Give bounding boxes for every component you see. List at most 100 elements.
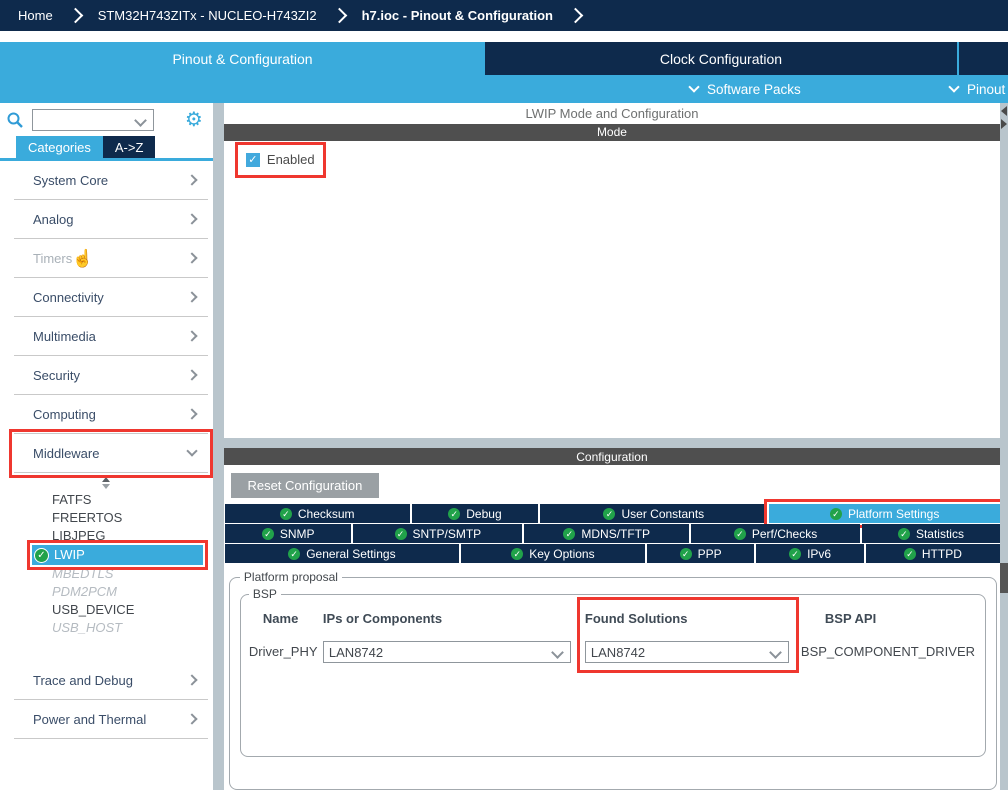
check-circle-icon: ✓ xyxy=(898,528,910,540)
bsp-name-value: Driver_PHY xyxy=(249,641,323,663)
chevron-right-icon xyxy=(568,8,584,24)
list-item-freertos[interactable]: FREERTOS xyxy=(0,509,213,527)
config-tab-ppp[interactable]: ✓ PPP xyxy=(647,544,754,563)
category-label: System Core xyxy=(33,173,108,188)
category-label: Middleware xyxy=(33,446,99,461)
sub-toolbar: Software Packs Pinout xyxy=(0,75,1008,103)
sidebar-item-security[interactable]: Security xyxy=(14,356,208,395)
tab-clock-configuration[interactable]: Clock Configuration xyxy=(485,42,957,75)
check-circle-icon: ✓ xyxy=(395,528,407,540)
found-solutions-select[interactable]: LAN8742 xyxy=(585,641,789,663)
gear-icon[interactable]: ⚙ xyxy=(185,110,203,130)
chevron-right-icon xyxy=(186,674,197,685)
list-item-usb-device[interactable]: USB_DEVICE xyxy=(0,601,213,619)
software-packs-menu[interactable]: Software Packs xyxy=(690,75,801,103)
config-tab-httpd[interactable]: ✓ HTTPD xyxy=(866,544,1000,563)
list-sort-spinner[interactable] xyxy=(0,475,213,490)
pinout-menu[interactable]: Pinout xyxy=(950,75,1005,103)
tab-partial[interactable] xyxy=(959,42,1008,75)
sidebar-item-analog[interactable]: Analog xyxy=(14,200,208,239)
category-label: Trace and Debug xyxy=(33,673,133,688)
panel-splitter[interactable] xyxy=(224,438,1000,448)
check-circle-icon: ✓ xyxy=(288,548,300,560)
list-item-lwip[interactable]: ✓ LWIP xyxy=(32,545,203,565)
chevron-right-icon xyxy=(67,8,83,24)
chevron-down-icon xyxy=(688,81,699,92)
config-tab-statistics[interactable]: ✓ Statistics xyxy=(862,524,1000,543)
sidebar-item-trace-and-debug[interactable]: Trace and Debug xyxy=(14,661,208,700)
sidebar-item-system-core[interactable]: System Core xyxy=(14,161,208,200)
configuration-tabs: ✓ Checksum ✓ Debug ✓ User Constants ✓ Pl… xyxy=(225,504,1000,563)
category-label: Security xyxy=(33,368,80,383)
sidebar: ⚙ Categories A->Z System Core Analog Tim… xyxy=(0,103,213,790)
check-circle-icon: ✓ xyxy=(734,528,746,540)
tab-label: Categories xyxy=(28,140,91,155)
tab-a-z[interactable]: A->Z xyxy=(103,136,156,158)
tab-categories[interactable]: Categories xyxy=(16,136,103,158)
list-item-fatfs[interactable]: FATFS xyxy=(0,491,213,509)
sidebar-item-power-and-thermal[interactable]: Power and Thermal xyxy=(14,700,208,739)
check-circle-icon: ✓ xyxy=(603,508,615,520)
breadcrumb: Home STM32H743ZITx - NUCLEO-H743ZI2 h7.i… xyxy=(0,0,1008,31)
category-label: Multimedia xyxy=(33,329,96,344)
sidebar-item-timers[interactable]: Timers ☝ xyxy=(14,239,208,278)
config-tab-mdns-tftp[interactable]: ✓ MDNS/TFTP xyxy=(524,524,689,543)
tab-pinout-configuration[interactable]: Pinout & Configuration xyxy=(0,42,485,75)
sidebar-item-computing[interactable]: Computing xyxy=(14,395,208,434)
sidebar-splitter[interactable] xyxy=(213,103,224,790)
list-item-mbedtls[interactable]: MBEDTLS xyxy=(0,565,213,583)
chevron-right-icon xyxy=(186,369,197,380)
main-tab-bar: Pinout & Configuration Clock Configurati… xyxy=(0,42,1008,75)
tab-label: Statistics xyxy=(916,527,964,541)
tab-label: Key Options xyxy=(529,547,594,561)
config-tab-snmp[interactable]: ✓ SNMP xyxy=(225,524,352,543)
config-tab-checksum[interactable]: ✓ Checksum xyxy=(225,504,410,523)
ips-or-components-select[interactable]: LAN8742 xyxy=(323,641,571,663)
tab-label: IPv6 xyxy=(807,547,831,561)
config-tab-perf-checks[interactable]: ✓ Perf/Checks xyxy=(691,524,860,543)
chevron-right-icon xyxy=(186,213,197,224)
configuration-section-bar[interactable]: Configuration xyxy=(224,448,1000,465)
hand-cursor-icon: ☝ xyxy=(72,249,93,269)
chevron-right-icon xyxy=(186,408,197,419)
middleware-list: FATFS FREERTOS LIBJPEG ✓ LWIP MBEDTLS PD… xyxy=(0,491,213,637)
breadcrumb-project[interactable]: h7.ioc - Pinout & Configuration xyxy=(362,8,553,23)
list-item-usb-host[interactable]: USB_HOST xyxy=(0,619,213,637)
chevron-down-icon xyxy=(186,445,197,456)
scrollbar-thumb[interactable] xyxy=(1000,563,1008,593)
config-tab-key-options[interactable]: ✓ Key Options xyxy=(461,544,645,563)
config-tab-ipv6[interactable]: ✓ IPv6 xyxy=(756,544,863,563)
mode-section-bar[interactable]: Mode xyxy=(224,124,1000,141)
chevron-right-icon xyxy=(186,713,197,724)
tab-label: MDNS/TFTP xyxy=(581,527,650,541)
config-tab-debug[interactable]: ✓ Debug xyxy=(412,504,539,523)
reset-configuration-button[interactable]: Reset Configuration xyxy=(231,473,379,498)
check-circle-icon: ✓ xyxy=(904,548,916,560)
enabled-label: Enabled xyxy=(267,152,315,167)
breadcrumb-mcu[interactable]: STM32H743ZITx - NUCLEO-H743ZI2 xyxy=(98,8,317,23)
breadcrumb-home[interactable]: Home xyxy=(18,8,53,23)
check-circle-icon: ✓ xyxy=(262,528,274,540)
tab-label: Clock Configuration xyxy=(660,51,782,67)
tab-label: General Settings xyxy=(306,547,395,561)
column-header-ips: IPs or Components xyxy=(323,611,571,629)
collapse-left-icon[interactable] xyxy=(1001,106,1007,116)
config-tab-sntp-smtp[interactable]: ✓ SNTP/SMTP xyxy=(353,524,522,543)
arrow-down-icon xyxy=(102,484,110,489)
list-item-label: LWIP xyxy=(54,546,85,564)
sidebar-item-connectivity[interactable]: Connectivity xyxy=(14,278,208,317)
list-item-libjpeg[interactable]: LIBJPEG xyxy=(0,527,213,545)
config-tab-user-constants[interactable]: ✓ User Constants xyxy=(540,504,767,523)
config-tab-platform-settings[interactable]: ✓ Platform Settings xyxy=(769,504,1000,523)
column-header-found-solutions: Found Solutions xyxy=(585,611,789,629)
config-tab-general-settings[interactable]: ✓ General Settings xyxy=(225,544,459,563)
sidebar-item-middleware[interactable]: Middleware xyxy=(14,434,208,473)
chevron-right-icon xyxy=(186,330,197,341)
sidebar-item-multimedia[interactable]: Multimedia xyxy=(14,317,208,356)
enabled-checkbox[interactable]: ✓ xyxy=(246,153,260,167)
category-label: Connectivity xyxy=(33,290,104,305)
list-item-pdm2pcm[interactable]: PDM2PCM xyxy=(0,583,213,601)
vertical-scrollbar[interactable] xyxy=(1000,103,1008,790)
collapse-right-icon[interactable] xyxy=(1001,119,1007,129)
search-input[interactable] xyxy=(32,109,154,131)
